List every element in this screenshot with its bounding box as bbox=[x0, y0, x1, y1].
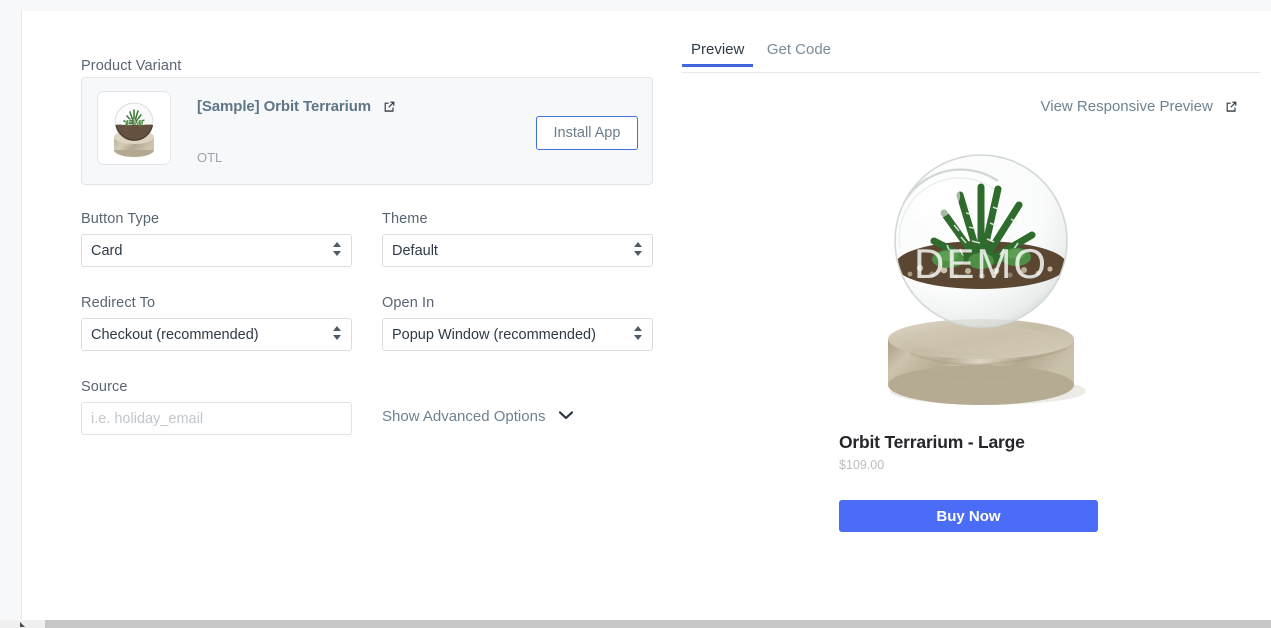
product-variant-label: Product Variant bbox=[81, 58, 182, 74]
source-label: Source bbox=[81, 379, 128, 395]
product-variant-card: DEMO [Sample] Orbit Terrarium OTL Instal… bbox=[81, 77, 653, 185]
window-top-strip bbox=[0, 0, 1271, 11]
source-input[interactable] bbox=[81, 402, 352, 435]
theme-label: Theme bbox=[382, 211, 428, 227]
svg-text:DEMO: DEMO bbox=[121, 118, 147, 127]
view-responsive-preview-link[interactable]: View Responsive Preview bbox=[1041, 98, 1238, 117]
redirect-to-label: Redirect To bbox=[81, 295, 156, 311]
field-theme: Theme Default bbox=[382, 211, 653, 267]
field-source: Source bbox=[81, 379, 352, 435]
resize-corner-icon bbox=[18, 620, 26, 628]
field-button-type: Button Type Card bbox=[81, 211, 352, 267]
chevron-down-icon bbox=[558, 407, 573, 424]
demo-watermark: DEMO bbox=[914, 240, 1048, 287]
button-type-label: Button Type bbox=[81, 211, 160, 227]
product-variant-title-text: [Sample] Orbit Terrarium bbox=[197, 98, 372, 115]
show-advanced-options-label: Show Advanced Options bbox=[382, 408, 546, 425]
field-open-in: Open In Popup Window (recommended) bbox=[382, 295, 653, 351]
external-link-icon bbox=[1225, 100, 1238, 117]
buy-now-button[interactable]: Buy Now bbox=[839, 500, 1098, 532]
horizontal-scrollbar-thumb[interactable] bbox=[45, 620, 1271, 628]
app-screen: Product Variant DEMO [Sample] Orbit Terr… bbox=[0, 0, 1271, 628]
horizontal-scrollbar-track[interactable] bbox=[0, 620, 1271, 628]
external-link-icon[interactable] bbox=[383, 100, 396, 117]
product-preview-image: DEMO bbox=[848, 143, 1114, 423]
product-thumbnail: DEMO bbox=[97, 91, 171, 165]
theme-select[interactable]: Default bbox=[382, 234, 653, 267]
product-variant-sku: OTL bbox=[197, 150, 223, 165]
open-in-select[interactable]: Popup Window (recommended) bbox=[382, 318, 653, 351]
tab-get-code[interactable]: Get Code bbox=[758, 41, 840, 67]
install-app-button[interactable]: Install App bbox=[536, 116, 638, 150]
tab-preview[interactable]: Preview bbox=[682, 41, 753, 67]
button-type-select[interactable]: Card bbox=[81, 234, 352, 267]
redirect-to-select[interactable]: Checkout (recommended) bbox=[81, 318, 352, 351]
preview-tabs: Preview Get Code bbox=[682, 41, 1260, 73]
field-redirect-to: Redirect To Checkout (recommended) bbox=[81, 295, 352, 351]
window-left-strip bbox=[0, 11, 21, 620]
open-in-label: Open In bbox=[382, 295, 435, 311]
show-advanced-options-toggle[interactable]: Show Advanced Options bbox=[382, 407, 573, 425]
product-price: $109.00 bbox=[839, 458, 885, 472]
product-name: Orbit Terrarium - Large bbox=[839, 432, 1025, 452]
view-responsive-preview-label: View Responsive Preview bbox=[1040, 98, 1213, 115]
product-variant-title[interactable]: [Sample] Orbit Terrarium bbox=[197, 98, 396, 117]
main-panel: Product Variant DEMO [Sample] Orbit Terr… bbox=[21, 11, 1271, 619]
